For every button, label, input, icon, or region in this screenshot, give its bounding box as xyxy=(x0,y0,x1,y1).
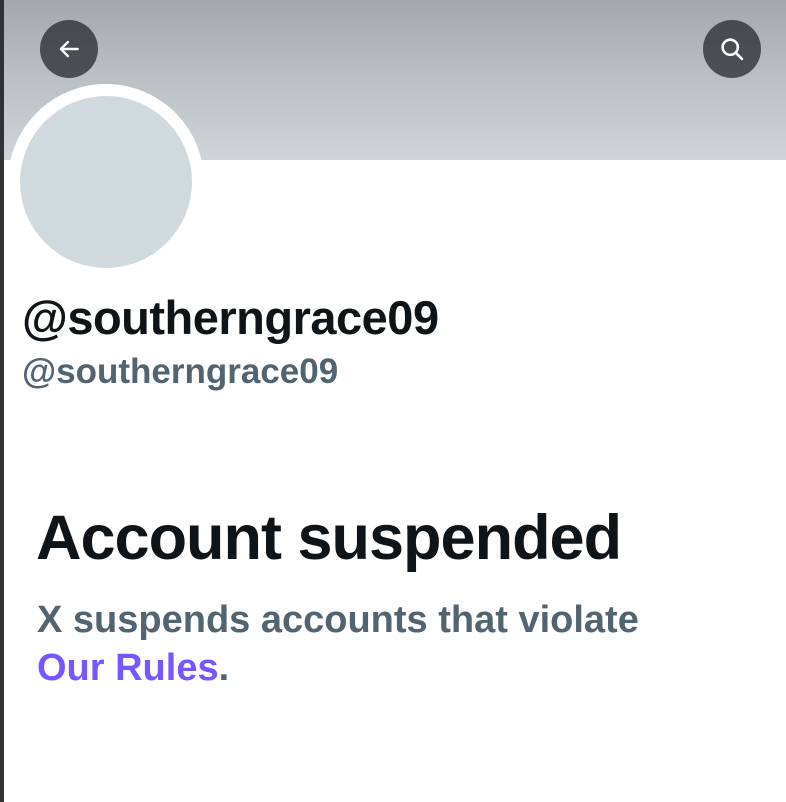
search-button[interactable] xyxy=(703,20,761,78)
back-button[interactable] xyxy=(40,20,98,78)
arrow-left-icon xyxy=(59,40,79,58)
suspended-message-period: . xyxy=(218,647,230,689)
our-rules-link[interactable]: Our Rules xyxy=(37,647,219,689)
search-icon xyxy=(721,38,744,61)
suspended-title: Account suspended xyxy=(36,503,622,573)
suspended-message: X suspends accounts that violate Our Rul… xyxy=(37,596,757,692)
profile-handle: @southerngrace09 xyxy=(22,352,339,391)
profile-display-name: @southerngrace09 xyxy=(22,291,439,344)
avatar[interactable] xyxy=(20,96,192,268)
suspended-message-text: X suspends accounts that violate xyxy=(37,599,639,641)
